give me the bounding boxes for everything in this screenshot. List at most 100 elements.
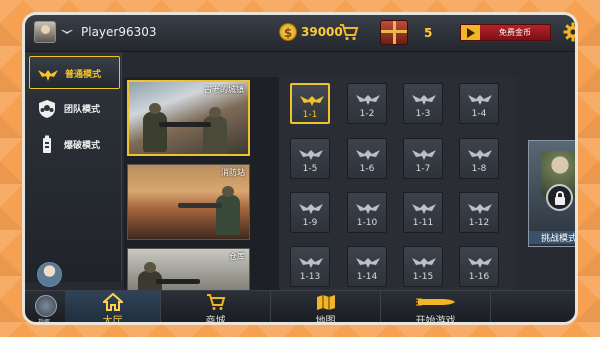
rifle-shape (178, 203, 222, 208)
mode-label: 普通模式 (65, 70, 102, 80)
level-number: 1-2 (359, 109, 375, 119)
free-gold-label: 免费金币 (499, 28, 531, 37)
gold-amount: 39000 (301, 25, 343, 39)
tab-map[interactable]: 地图 (271, 291, 381, 322)
map-list: 古老的城镇 消防站 仓库 (124, 77, 279, 290)
wings-icon (468, 150, 492, 160)
level-tile[interactable]: 1-12 (459, 192, 499, 233)
map-card-warehouse[interactable]: 仓库 (127, 248, 250, 290)
bullet-icon (415, 298, 455, 306)
bomb-icon (43, 135, 51, 153)
top-bar: Player96303 $ 39000 5 免费金币 (25, 15, 575, 52)
level-number: 1-16 (468, 272, 490, 282)
level-tile[interactable]: 1-3 (403, 83, 443, 124)
tab-lobby[interactable]: 大厅 (65, 291, 161, 322)
wings-icon (299, 150, 323, 160)
shop-cart-icon[interactable] (339, 22, 359, 42)
rank-wings-icon (61, 30, 73, 34)
level-tile[interactable]: 1-7 (403, 138, 443, 179)
level-tile[interactable]: 1-13 (290, 246, 330, 287)
level-number: 1-9 (302, 218, 318, 228)
level-number: 1-10 (356, 218, 378, 228)
level-tile[interactable]: 1-14 (347, 246, 387, 287)
level-number: 1-8 (471, 164, 487, 174)
free-gold-button[interactable]: 免费金币 (460, 24, 551, 41)
mode-demolition[interactable]: 爆破模式 (29, 128, 120, 161)
wings-icon (299, 258, 323, 268)
map-card-fire-station[interactable]: 消防站 (127, 164, 250, 240)
tab-label: 地图 (315, 316, 336, 322)
gold-coin-icon: $ (279, 23, 297, 41)
level-tile[interactable]: 1-6 (347, 138, 387, 179)
level-number: 1-13 (299, 272, 321, 282)
chest-icon[interactable] (380, 20, 408, 45)
friend-avatar[interactable] (37, 262, 62, 287)
wings-icon (412, 204, 436, 214)
level-tile[interactable]: 1-9 (290, 192, 330, 233)
command-label: 指挥 (38, 317, 50, 322)
eagle-icon (38, 70, 58, 81)
wings-icon (412, 258, 436, 268)
tab-shop[interactable]: 商城 (161, 291, 271, 322)
tab-start-game[interactable]: 开始游戏 (381, 291, 491, 322)
level-number: 1-12 (468, 218, 490, 228)
map-name: 古老的城镇 (204, 85, 244, 94)
home-icon (102, 293, 123, 311)
level-number: 1-14 (356, 272, 378, 282)
level-tile[interactable]: 1-15 (403, 246, 443, 287)
level-number: 1-3 (415, 109, 431, 119)
wings-icon (412, 95, 436, 105)
level-number: 1-4 (471, 109, 487, 119)
map-icon (316, 295, 335, 310)
level-tile[interactable]: 1-2 (347, 83, 387, 124)
game-screen: Player96303 $ 39000 5 免费金币 普通模式 团队模式 爆破模… (25, 15, 575, 322)
wings-icon (356, 204, 380, 214)
tab-label: 商城 (205, 316, 226, 322)
level-grid: 1-1 1-2 1-3 1-4 1-5 1-6 1-7 1-8 1-9 1-10 1-11 1-12 1… (280, 77, 516, 290)
level-number: 1-6 (359, 164, 375, 174)
mode-label: 团队模式 (64, 105, 101, 115)
challenge-mode-card[interactable]: 挑战模式 (528, 140, 575, 247)
level-tile[interactable]: 1-5 (290, 138, 330, 179)
player-name: Player96303 (81, 25, 157, 39)
level-tile[interactable]: 1-11 (403, 192, 443, 233)
level-tile[interactable]: 1-16 (459, 246, 499, 287)
tab-label: 大厅 (102, 316, 123, 322)
play-icon (461, 25, 480, 40)
wings-icon (299, 204, 323, 214)
level-number: 1-11 (412, 218, 434, 228)
team-icon (39, 100, 55, 118)
settings-gear-icon[interactable] (563, 22, 575, 42)
wings-icon (468, 204, 492, 214)
wings-icon (356, 258, 380, 268)
level-number: 1-7 (415, 164, 431, 174)
level-tile[interactable]: 1-8 (459, 138, 499, 179)
mode-team[interactable]: 团队模式 (29, 92, 120, 125)
level-number: 1-5 (302, 164, 318, 174)
mode-normal[interactable]: 普通模式 (29, 56, 120, 89)
soldier-figure (216, 186, 240, 235)
map-name: 消防站 (221, 168, 245, 177)
challenge-label: 挑战模式 (529, 231, 575, 244)
wings-icon (356, 150, 380, 160)
device-frame: Player96303 $ 39000 5 免费金币 普通模式 团队模式 爆破模… (22, 12, 578, 325)
cart-icon (206, 294, 225, 310)
bottom-nav: 指挥 大厅 商城 地图 开始游戏 (25, 290, 575, 322)
lock-icon (546, 184, 573, 211)
command-badge-icon[interactable] (35, 295, 57, 317)
mode-sidebar: 普通模式 团队模式 爆破模式 (25, 52, 122, 287)
map-name: 仓库 (229, 252, 245, 261)
map-card-old-town[interactable]: 古老的城镇 (127, 80, 250, 156)
tab-label: 开始游戏 (415, 316, 456, 322)
level-tile[interactable]: 1-1 (290, 83, 330, 124)
level-number: 1-15 (412, 272, 434, 282)
player-avatar[interactable] (34, 21, 56, 43)
chest-count: 5 (424, 26, 433, 40)
rifle-shape (159, 122, 211, 127)
level-tile[interactable]: 1-10 (347, 192, 387, 233)
lock-body (555, 197, 565, 205)
mode-label: 爆破模式 (64, 141, 101, 151)
wings-icon (468, 95, 492, 105)
rifle-shape (156, 279, 200, 284)
level-tile[interactable]: 1-4 (459, 83, 499, 124)
